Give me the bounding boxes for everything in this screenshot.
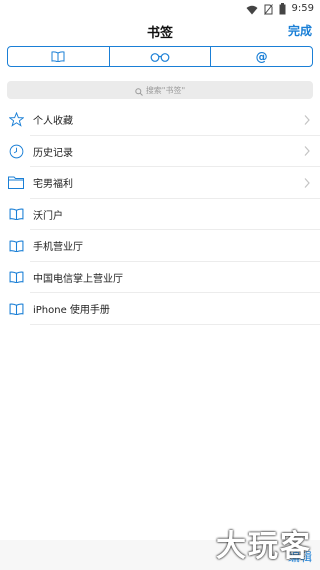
list-item-history[interactable]: 历史记录 xyxy=(0,136,320,168)
list-item-bookmark[interactable]: 沃门户 xyxy=(0,199,320,231)
bookmark-segmented-control: @ xyxy=(7,46,313,67)
list-item-favorites[interactable]: 个人收藏 xyxy=(0,104,320,136)
book-icon xyxy=(8,269,24,285)
list-item-bookmark[interactable]: iPhone 使用手册 xyxy=(0,293,320,325)
folder-icon xyxy=(8,175,24,191)
book-icon xyxy=(51,47,65,66)
list-item-bookmark[interactable]: 手机营业厅 xyxy=(0,230,320,262)
tab-bookmarks[interactable] xyxy=(8,47,110,66)
list-item-label: 个人收藏 xyxy=(33,116,73,128)
tab-reading-list[interactable] xyxy=(110,47,212,66)
bookmark-list: 个人收藏 历史记录 宅男福利 沃门户 手机营业厅 中国电信掌上营业厅 iPhon… xyxy=(0,104,320,325)
at-icon: @ xyxy=(255,49,268,64)
list-item-label: 宅男福利 xyxy=(33,179,73,191)
search-input[interactable]: 搜索"书签" xyxy=(7,81,313,99)
list-item-label: 中国电信掌上营业厅 xyxy=(33,273,123,285)
list-item-folder[interactable]: 宅男福利 xyxy=(0,167,320,199)
book-icon xyxy=(8,238,24,254)
clock-icon xyxy=(8,143,24,159)
book-icon xyxy=(8,206,24,222)
nav-bar: 书签 完成 xyxy=(0,18,320,44)
star-icon xyxy=(8,112,24,128)
chevron-right-icon xyxy=(304,110,310,129)
list-item-label: 历史记录 xyxy=(33,147,73,159)
status-time: 9:59 xyxy=(291,3,314,14)
search-placeholder: 搜索"书签" xyxy=(145,85,186,95)
status-bar: 9:59 xyxy=(0,0,320,18)
page-title: 书签 xyxy=(146,26,173,41)
chevron-right-icon xyxy=(304,142,310,161)
list-item-label: 手机营业厅 xyxy=(33,242,83,254)
chevron-right-icon xyxy=(304,173,310,192)
list-item-label: 沃门户 xyxy=(33,210,63,222)
tab-shared-links[interactable]: @ xyxy=(211,47,312,66)
no-sim-icon xyxy=(263,0,273,19)
done-button[interactable]: 完成 xyxy=(288,22,312,39)
search-icon xyxy=(135,81,143,100)
wifi-icon xyxy=(246,0,258,19)
list-item-label: iPhone 使用手册 xyxy=(33,305,110,317)
battery-icon xyxy=(279,0,286,19)
list-item-bookmark[interactable]: 中国电信掌上营业厅 xyxy=(0,262,320,294)
status-icons: 9:59 xyxy=(246,2,314,16)
book-icon xyxy=(8,301,24,317)
watermark-logo: 大玩客 xyxy=(216,529,312,564)
glasses-icon xyxy=(150,47,170,66)
